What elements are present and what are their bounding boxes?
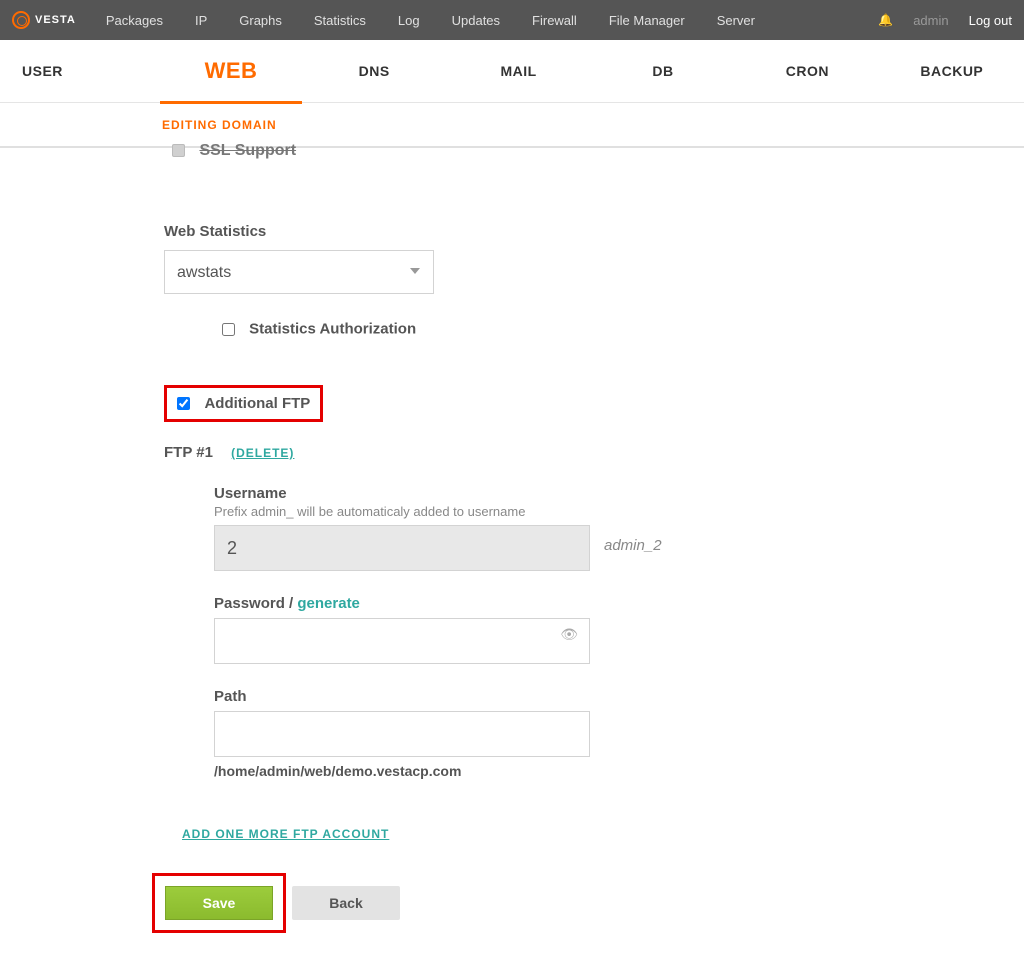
nav-file-manager[interactable]: File Manager — [609, 13, 685, 28]
stats-auth-row: Statistics Authorization — [164, 320, 990, 339]
tab-mail[interactable]: MAIL — [446, 40, 590, 103]
main-nav: USER WEB DNS MAIL DB CRON BACKUP — [0, 40, 1024, 103]
bell-icon[interactable]: 🔔 — [878, 13, 893, 27]
ssl-label: SSL Support — [199, 142, 296, 159]
username-label: Username — [214, 485, 990, 502]
path-label: Path — [214, 688, 990, 705]
tab-user[interactable]: USER — [0, 40, 160, 103]
ftp-section-head: FTP #1 (DELETE) — [164, 444, 990, 461]
tab-backup[interactable]: BACKUP — [880, 40, 1024, 103]
additional-ftp-label: Additional FTP — [204, 395, 310, 412]
username-full: admin_2 — [604, 537, 662, 554]
nav-statistics[interactable]: Statistics — [314, 13, 366, 28]
nav-server[interactable]: Server — [717, 13, 755, 28]
password-generate-link[interactable]: generate — [297, 595, 360, 612]
path-block: Path /home/admin/web/demo.vestacp.com — [214, 688, 990, 779]
web-stats-select[interactable]: awstats — [164, 250, 434, 294]
back-button[interactable]: Back — [292, 886, 400, 920]
password-label: Password / — [214, 595, 297, 612]
username-block: Username Prefix admin_ will be automatic… — [214, 485, 990, 571]
form-content: SSL Support Web Statistics awstats Stati… — [0, 148, 990, 953]
tab-cron[interactable]: CRON — [735, 40, 879, 103]
nav-ip[interactable]: IP — [195, 13, 207, 28]
ssl-row: SSL Support — [164, 142, 990, 165]
tab-db[interactable]: DB — [591, 40, 735, 103]
nav-packages[interactable]: Packages — [106, 13, 163, 28]
user-link[interactable]: admin — [913, 13, 948, 28]
stats-auth-label: Statistics Authorization — [249, 320, 416, 337]
button-row: Save Back — [152, 873, 990, 933]
ssl-checkbox[interactable] — [172, 144, 185, 157]
eye-icon[interactable]: 👁 — [560, 626, 578, 643]
tab-web[interactable]: WEB — [160, 41, 302, 104]
path-input[interactable] — [214, 711, 590, 757]
nav-log[interactable]: Log — [398, 13, 420, 28]
save-button[interactable]: Save — [165, 886, 273, 920]
logout-link[interactable]: Log out — [969, 13, 1012, 28]
ftp-delete-link[interactable]: (DELETE) — [231, 446, 294, 460]
additional-ftp-highlight: Additional FTP — [164, 385, 323, 422]
web-stats-label: Web Statistics — [164, 223, 990, 240]
save-highlight: Save — [152, 873, 286, 933]
ftp-number-label: FTP #1 — [164, 444, 213, 461]
top-bar: VESTA Packages IP Graphs Statistics Log … — [0, 0, 1024, 40]
vesta-logo[interactable]: VESTA — [12, 11, 76, 29]
web-stats-select-wrap: awstats — [164, 250, 434, 294]
tab-dns[interactable]: DNS — [302, 40, 446, 103]
username-input[interactable] — [214, 525, 590, 571]
logo-text: VESTA — [35, 14, 76, 26]
top-nav: Packages IP Graphs Statistics Log Update… — [106, 13, 878, 28]
path-hint: /home/admin/web/demo.vestacp.com — [214, 763, 990, 779]
editing-domain-label: EDITING DOMAIN — [162, 118, 277, 132]
password-input[interactable] — [214, 618, 590, 664]
add-ftp-link[interactable]: ADD ONE MORE FTP ACCOUNT — [182, 827, 389, 841]
password-block: Password / generate 👁 — [214, 595, 990, 664]
stats-auth-checkbox[interactable] — [222, 323, 235, 336]
nav-graphs[interactable]: Graphs — [239, 13, 282, 28]
password-label-row: Password / generate — [214, 595, 990, 612]
logo-icon — [12, 11, 30, 29]
additional-ftp-checkbox[interactable] — [177, 397, 190, 410]
nav-firewall[interactable]: Firewall — [532, 13, 577, 28]
nav-updates[interactable]: Updates — [452, 13, 500, 28]
username-hint: Prefix admin_ will be automaticaly added… — [214, 504, 990, 519]
